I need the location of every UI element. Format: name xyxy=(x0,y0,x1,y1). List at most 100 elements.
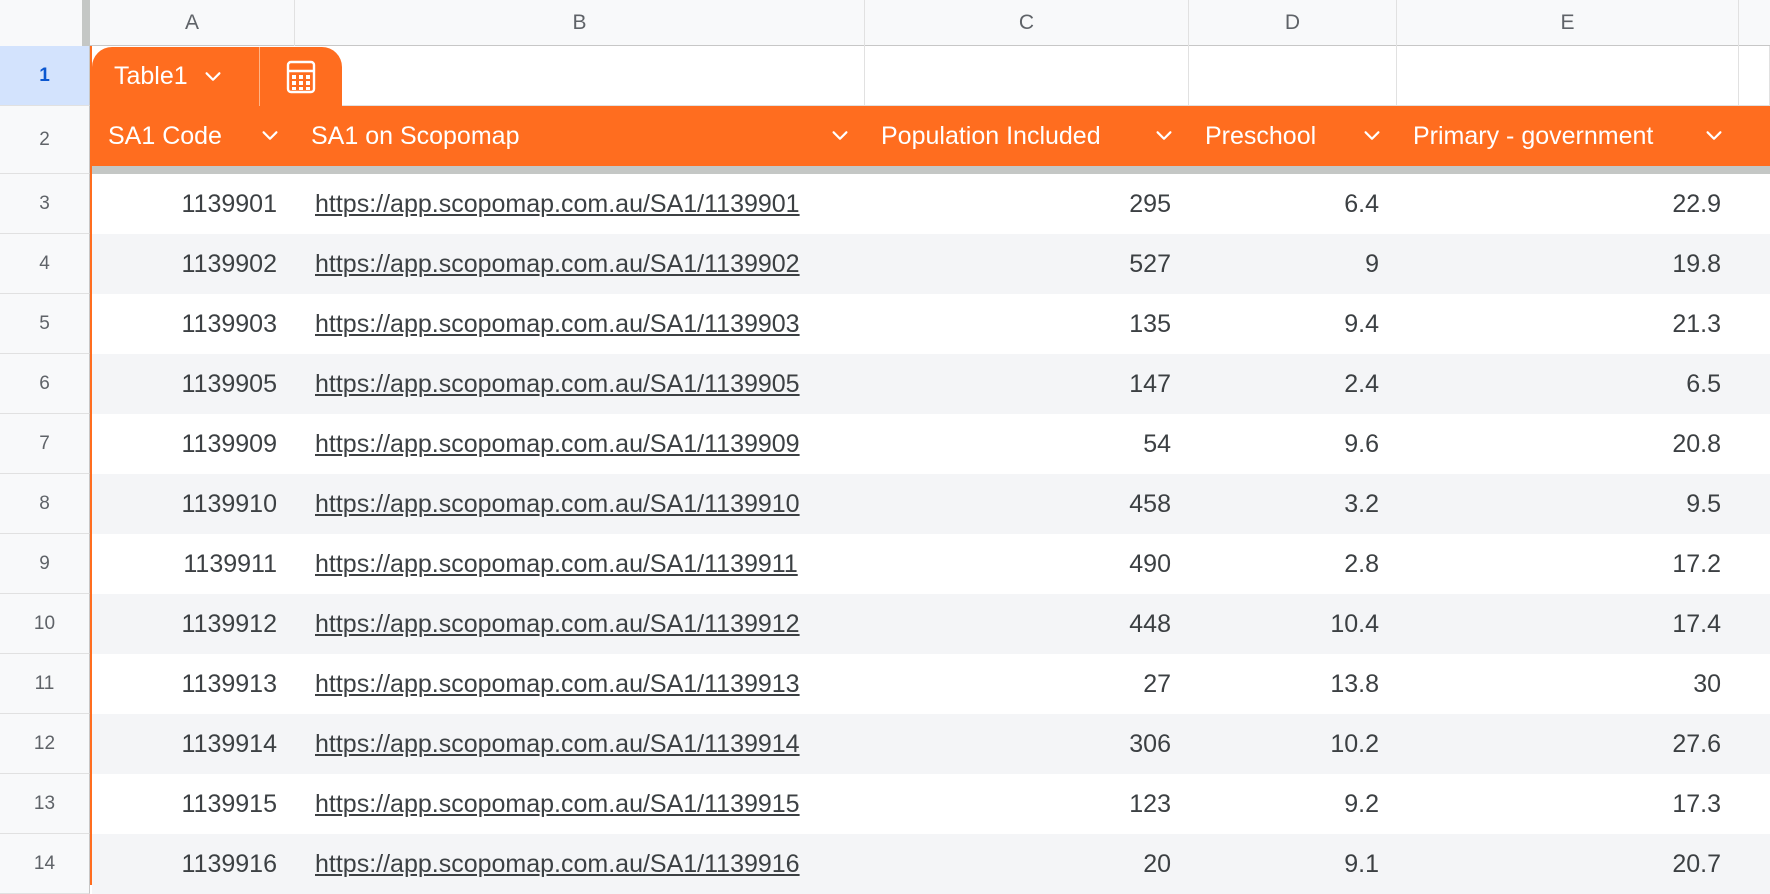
row-header[interactable]: 4 xyxy=(0,234,90,294)
table-cell[interactable]: 2.4 xyxy=(1189,354,1397,414)
table-header-cell[interactable]: Preschool xyxy=(1189,106,1397,166)
table-header-cell[interactable]: SA1 Code xyxy=(92,106,295,166)
table-cell[interactable]: 6.5 xyxy=(1397,354,1739,414)
table-cell[interactable]: 9.5 xyxy=(1397,474,1739,534)
table-cell[interactable]: 1139901 xyxy=(92,174,295,234)
scopomap-link[interactable]: https://app.scopomap.com.au/SA1/1139915 xyxy=(295,774,865,834)
table-cell[interactable]: 1139905 xyxy=(92,354,295,414)
table-calculator-button[interactable] xyxy=(260,47,342,106)
scopomap-link[interactable]: https://app.scopomap.com.au/SA1/1139909 xyxy=(295,414,865,474)
table-cell[interactable]: 1139912 xyxy=(92,594,295,654)
table-cell[interactable]: 448 xyxy=(865,594,1189,654)
cell-b1[interactable] xyxy=(342,46,865,106)
table-cell[interactable]: 123 xyxy=(865,774,1189,834)
table-cell[interactable]: 20.8 xyxy=(1397,414,1739,474)
table-cell[interactable]: 9.2 xyxy=(1189,774,1397,834)
scopomap-link[interactable]: https://app.scopomap.com.au/SA1/1139903 xyxy=(295,294,865,354)
table-cell[interactable]: 490 xyxy=(865,534,1189,594)
frozen-rows-divider[interactable] xyxy=(0,166,1770,174)
table-cell[interactable]: 10.4 xyxy=(1189,594,1397,654)
table-cell[interactable]: 1139916 xyxy=(92,834,295,894)
table-name-button[interactable]: Table1 xyxy=(92,47,260,106)
scopomap-link[interactable]: https://app.scopomap.com.au/SA1/1139914 xyxy=(295,714,865,774)
table-cell[interactable]: 6.4 xyxy=(1189,174,1397,234)
table-cell[interactable]: 3.2 xyxy=(1189,474,1397,534)
table-cell[interactable]: 27 xyxy=(865,654,1189,714)
row-header[interactable]: 5 xyxy=(0,294,90,354)
row-header[interactable]: 2 xyxy=(0,106,90,174)
column-header-b[interactable]: B xyxy=(295,0,865,46)
table-cell[interactable]: 1139903 xyxy=(92,294,295,354)
table-cell[interactable]: 17.4 xyxy=(1397,594,1739,654)
scopomap-link[interactable]: https://app.scopomap.com.au/SA1/1139902 xyxy=(295,234,865,294)
table-cell[interactable]: 306 xyxy=(865,714,1189,774)
column-header-c[interactable]: C xyxy=(865,0,1189,46)
column-header-a[interactable]: A xyxy=(90,0,295,46)
table-name-tab: Table1 xyxy=(92,47,342,106)
table-header-cell[interactable]: Population Included xyxy=(865,106,1189,166)
table-cell[interactable]: 135 xyxy=(865,294,1189,354)
row-header[interactable]: 12 xyxy=(0,714,90,774)
row-header[interactable]: 3 xyxy=(0,174,90,234)
row-header[interactable]: 13 xyxy=(0,774,90,834)
cell-c1[interactable] xyxy=(865,46,1189,106)
cell-e1[interactable] xyxy=(1397,46,1739,106)
table-cell[interactable]: 17.3 xyxy=(1397,774,1739,834)
table-cell[interactable]: 1139914 xyxy=(92,714,295,774)
row-header[interactable]: 11 xyxy=(0,654,90,714)
table-cell[interactable]: 1139902 xyxy=(92,234,295,294)
column-letter: B xyxy=(572,11,587,34)
table-cell[interactable]: 1139911 xyxy=(92,534,295,594)
table-cell[interactable]: 20.7 xyxy=(1397,834,1739,894)
row-header[interactable]: 9 xyxy=(0,534,90,594)
cell-f1[interactable] xyxy=(1739,46,1770,106)
row-header[interactable]: 14 xyxy=(0,834,90,894)
table-cell[interactable]: 1139915 xyxy=(92,774,295,834)
table-cell[interactable]: 22.9 xyxy=(1397,174,1739,234)
column-letter: A xyxy=(184,11,199,34)
column-header-d[interactable]: D xyxy=(1189,0,1397,46)
row-header[interactable]: 7 xyxy=(0,414,90,474)
table-cell[interactable]: 1139909 xyxy=(92,414,295,474)
scopomap-link[interactable]: https://app.scopomap.com.au/SA1/1139911 xyxy=(295,534,865,594)
select-all-corner[interactable] xyxy=(0,0,90,46)
table-header-cell[interactable]: P xyxy=(1739,106,1770,166)
scopomap-link[interactable]: https://app.scopomap.com.au/SA1/1139913 xyxy=(295,654,865,714)
row-header[interactable]: 10 xyxy=(0,594,90,654)
table-cell[interactable]: 54 xyxy=(865,414,1189,474)
table-cell[interactable]: 30 xyxy=(1397,654,1739,714)
row-header[interactable]: 8 xyxy=(0,474,90,534)
table-cell[interactable]: 10.2 xyxy=(1189,714,1397,774)
table-cell[interactable]: 295 xyxy=(865,174,1189,234)
table-cell[interactable]: 20 xyxy=(865,834,1189,894)
chevron-down-icon xyxy=(832,131,848,140)
table-cell[interactable]: 458 xyxy=(865,474,1189,534)
table-cell[interactable]: 1139913 xyxy=(92,654,295,714)
header-label: P xyxy=(1755,122,1756,151)
table-cell[interactable]: 9.6 xyxy=(1189,414,1397,474)
cell-d1[interactable] xyxy=(1189,46,1397,106)
table-cell[interactable]: 13.8 xyxy=(1189,654,1397,714)
scopomap-link[interactable]: https://app.scopomap.com.au/SA1/1139905 xyxy=(295,354,865,414)
scopomap-link[interactable]: https://app.scopomap.com.au/SA1/1139916 xyxy=(295,834,865,894)
table-cell[interactable]: 527 xyxy=(865,234,1189,294)
table-cell[interactable]: 17.2 xyxy=(1397,534,1739,594)
table-cell[interactable]: 2.8 xyxy=(1189,534,1397,594)
scopomap-link[interactable]: https://app.scopomap.com.au/SA1/1139910 xyxy=(295,474,865,534)
row-header[interactable]: 1 xyxy=(0,46,90,106)
table-cell[interactable]: 9.4 xyxy=(1189,294,1397,354)
scopomap-link[interactable]: https://app.scopomap.com.au/SA1/1139901 xyxy=(295,174,865,234)
table-header-cell[interactable]: Primary - government xyxy=(1397,106,1739,166)
column-header-e[interactable]: E xyxy=(1397,0,1739,46)
table-cell[interactable]: 9 xyxy=(1189,234,1397,294)
table-cell[interactable]: 21.3 xyxy=(1397,294,1739,354)
chevron-down-icon xyxy=(1706,131,1722,140)
table-cell[interactable]: 147 xyxy=(865,354,1189,414)
table-cell[interactable]: 1139910 xyxy=(92,474,295,534)
scopomap-link[interactable]: https://app.scopomap.com.au/SA1/1139912 xyxy=(295,594,865,654)
table-cell[interactable]: 9.1 xyxy=(1189,834,1397,894)
row-header[interactable]: 6 xyxy=(0,354,90,414)
table-cell[interactable]: 19.8 xyxy=(1397,234,1739,294)
table-cell[interactable]: 27.6 xyxy=(1397,714,1739,774)
table-header-cell[interactable]: SA1 on Scopomap xyxy=(295,106,865,166)
